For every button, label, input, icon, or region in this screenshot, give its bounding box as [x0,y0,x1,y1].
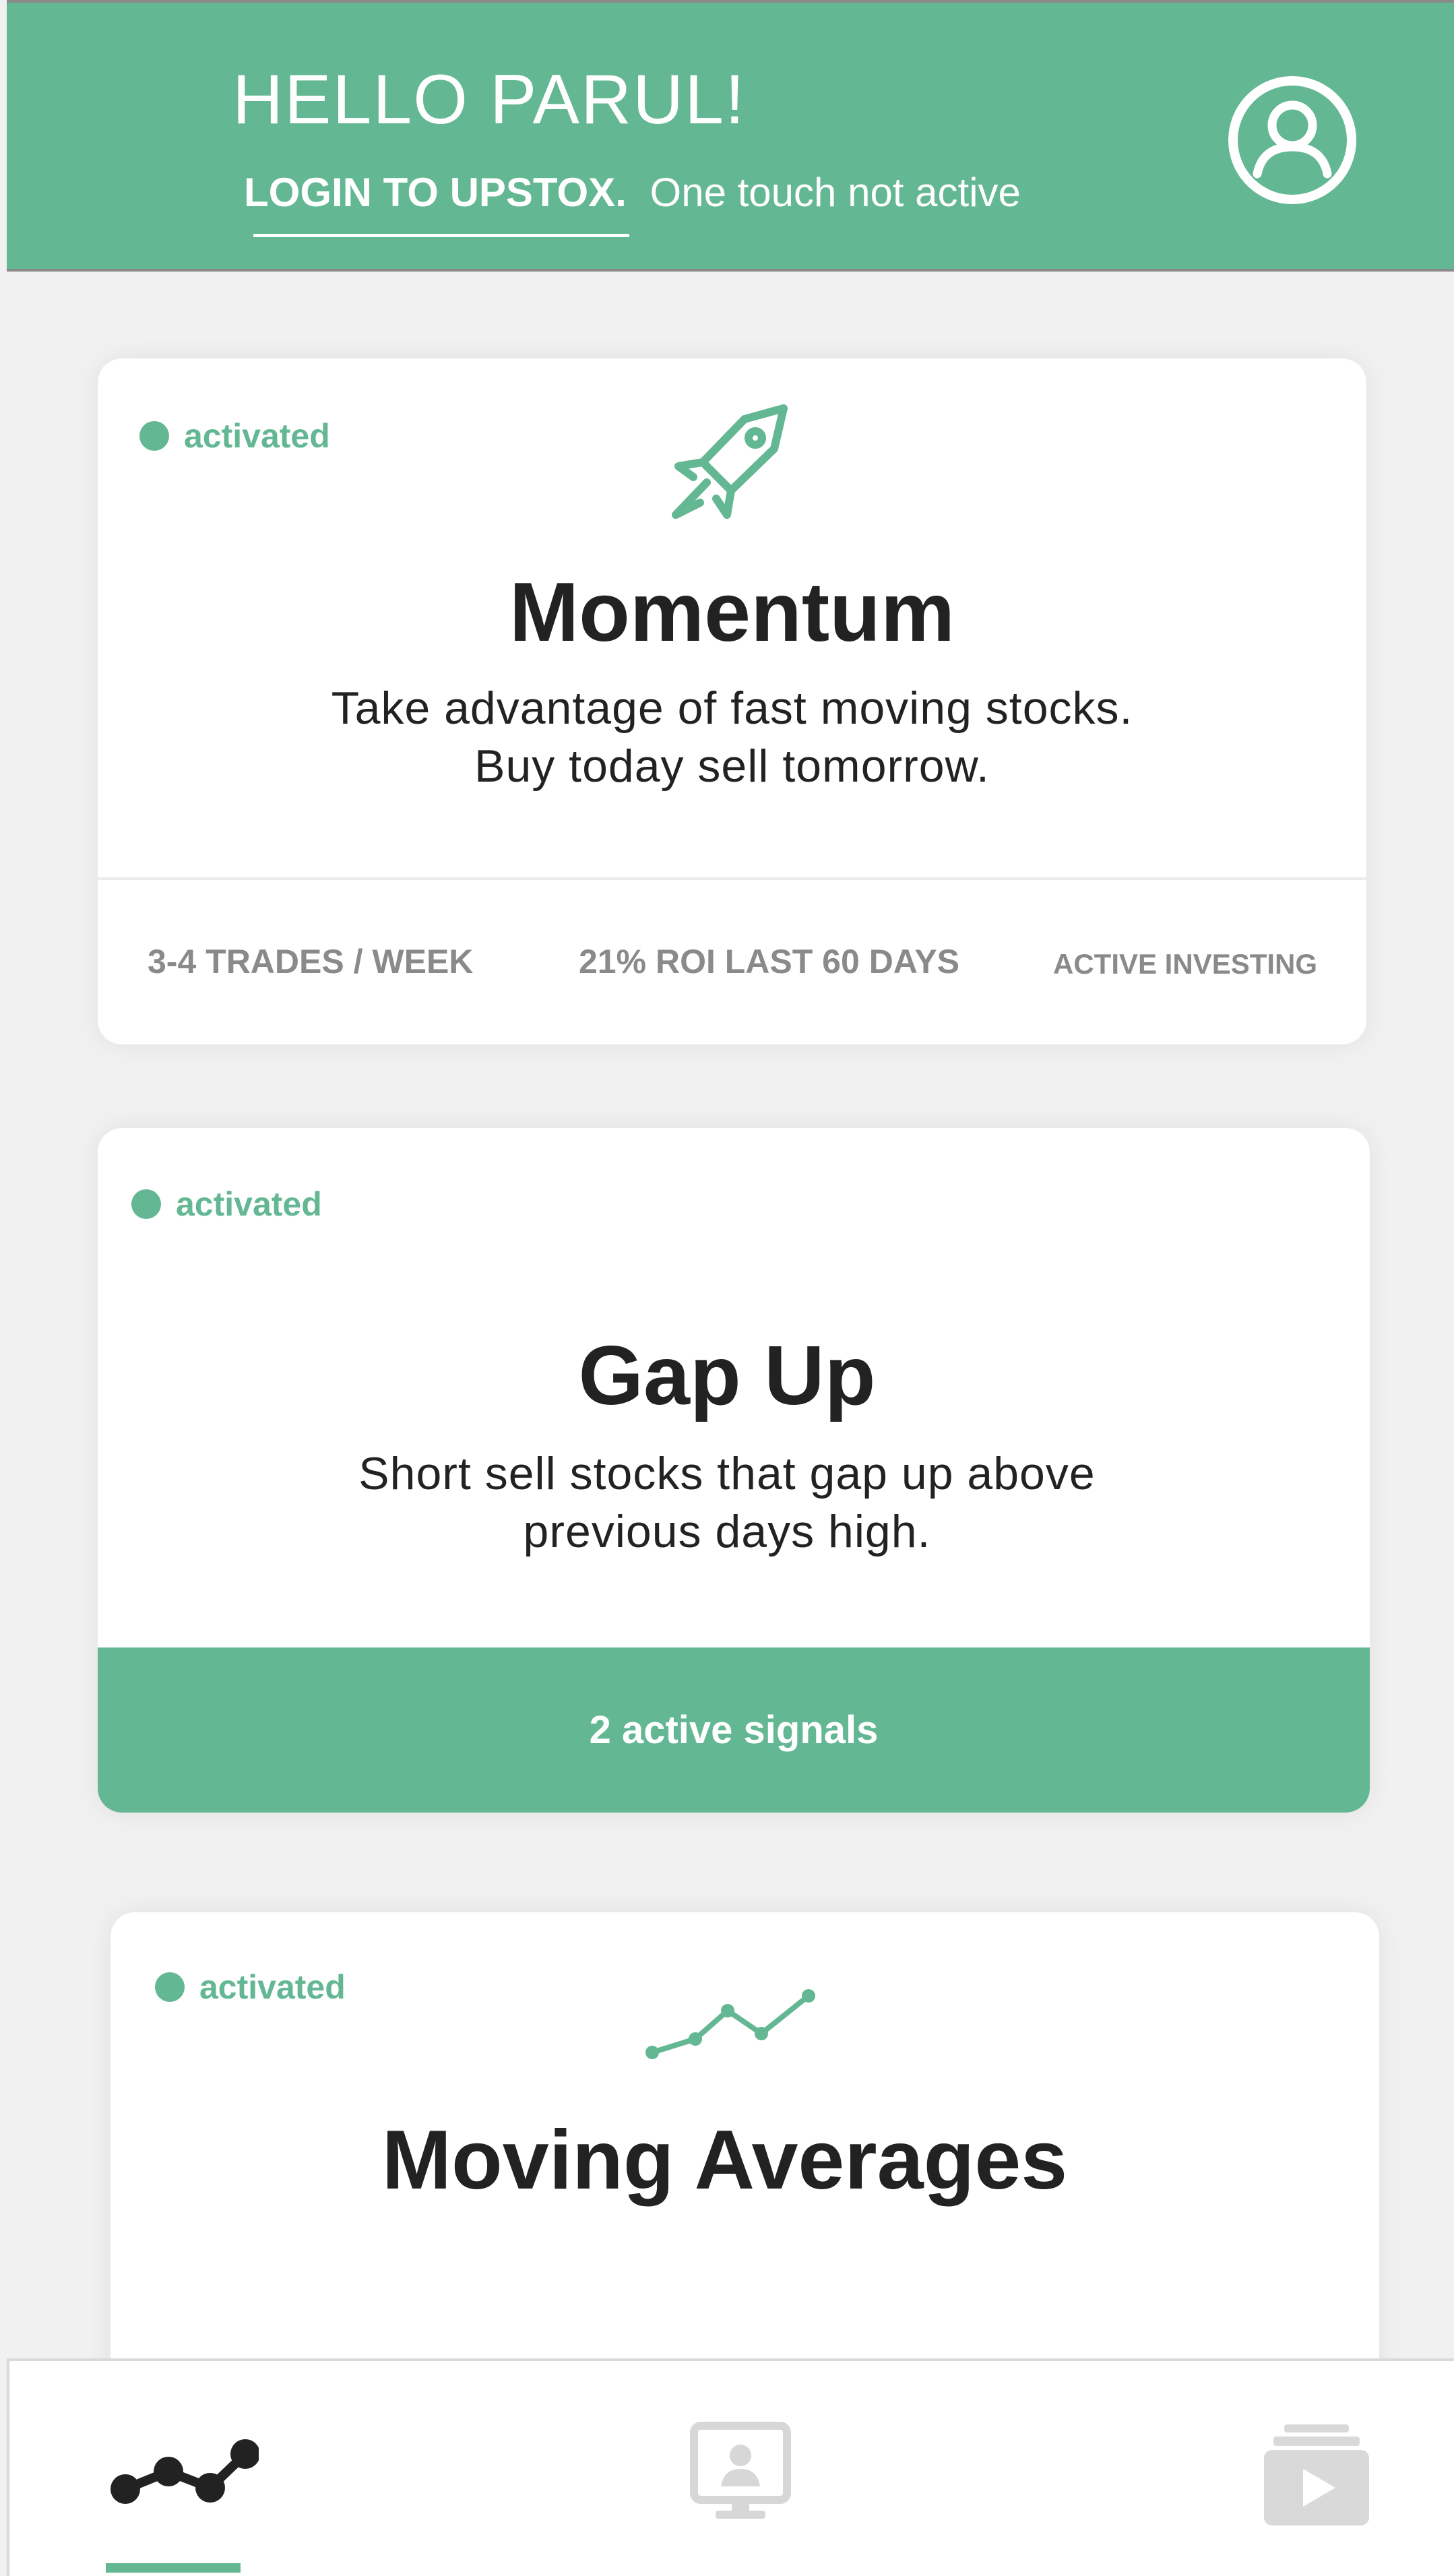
strategy-title: Gap Up [578,1329,876,1422]
status-dot [131,1189,161,1219]
video-stack-icon [1263,2422,1370,2530]
strategy-stats: 3-4 TRADES / WEEK 21% ROI LAST 60 DAYS A… [98,877,1366,1044]
activated-badge: activated [155,1968,346,2007]
greeting-title: HELLO PARUL! [232,61,746,139]
app-header: HELLO PARUL! LOGIN TO UPSTOX. One touch … [7,0,1454,272]
nav-tab-strategies[interactable] [90,2361,265,2576]
chart-line-icon [110,2435,260,2509]
line-chart-icon [643,1973,825,2061]
strategy-description: Take advantage of fast moving stocks. Bu… [98,679,1366,795]
active-tab-indicator [106,2563,241,2573]
status-dot [155,1972,185,2002]
description-line-2: Buy today sell tomorrow. [474,741,990,792]
strategy-title: Moving Averages [381,2114,1068,2207]
login-row: LOGIN TO UPSTOX. One touch not active [244,170,1021,237]
monitor-user-icon [690,2422,791,2523]
active-signals-button[interactable]: 2 active signals [98,1647,1370,1813]
rocket-icon [669,404,788,523]
strategy-card-momentum[interactable]: activated Momentum Take advantage of fas… [98,358,1366,1044]
status-label: activated [184,417,330,455]
trades-per-week: 3-4 TRADES / WEEK [148,943,474,980]
description-line-1: Short sell stocks that gap up above [358,1448,1096,1499]
strategy-card-gap-up[interactable]: activated Gap Up Short sell stocks that … [98,1128,1370,1813]
nav-tab-learn[interactable] [656,2361,818,2576]
login-upstox-link[interactable]: LOGIN TO UPSTOX. [244,172,629,237]
investing-type: ACTIVE INVESTING [1053,948,1318,980]
activated-badge: activated [139,416,330,455]
status-dot [139,421,169,451]
description-line-1: Take advantage of fast moving stocks. [331,683,1133,734]
status-label: activated [176,1185,322,1223]
roi-stat: 21% ROI LAST 60 DAYS [579,943,960,980]
status-label: activated [199,1968,346,2006]
nav-tab-videos[interactable] [1236,2361,1397,2576]
strategy-title: Momentum [509,566,955,659]
one-touch-status: One touch not active [650,170,1021,215]
description-line-2: previous days high. [523,1506,931,1557]
user-circle-icon[interactable] [1225,73,1360,208]
strategy-description: Short sell stocks that gap up above prev… [98,1445,1370,1561]
activated-badge: activated [131,1185,322,1224]
bottom-navigation [7,2358,1454,2576]
